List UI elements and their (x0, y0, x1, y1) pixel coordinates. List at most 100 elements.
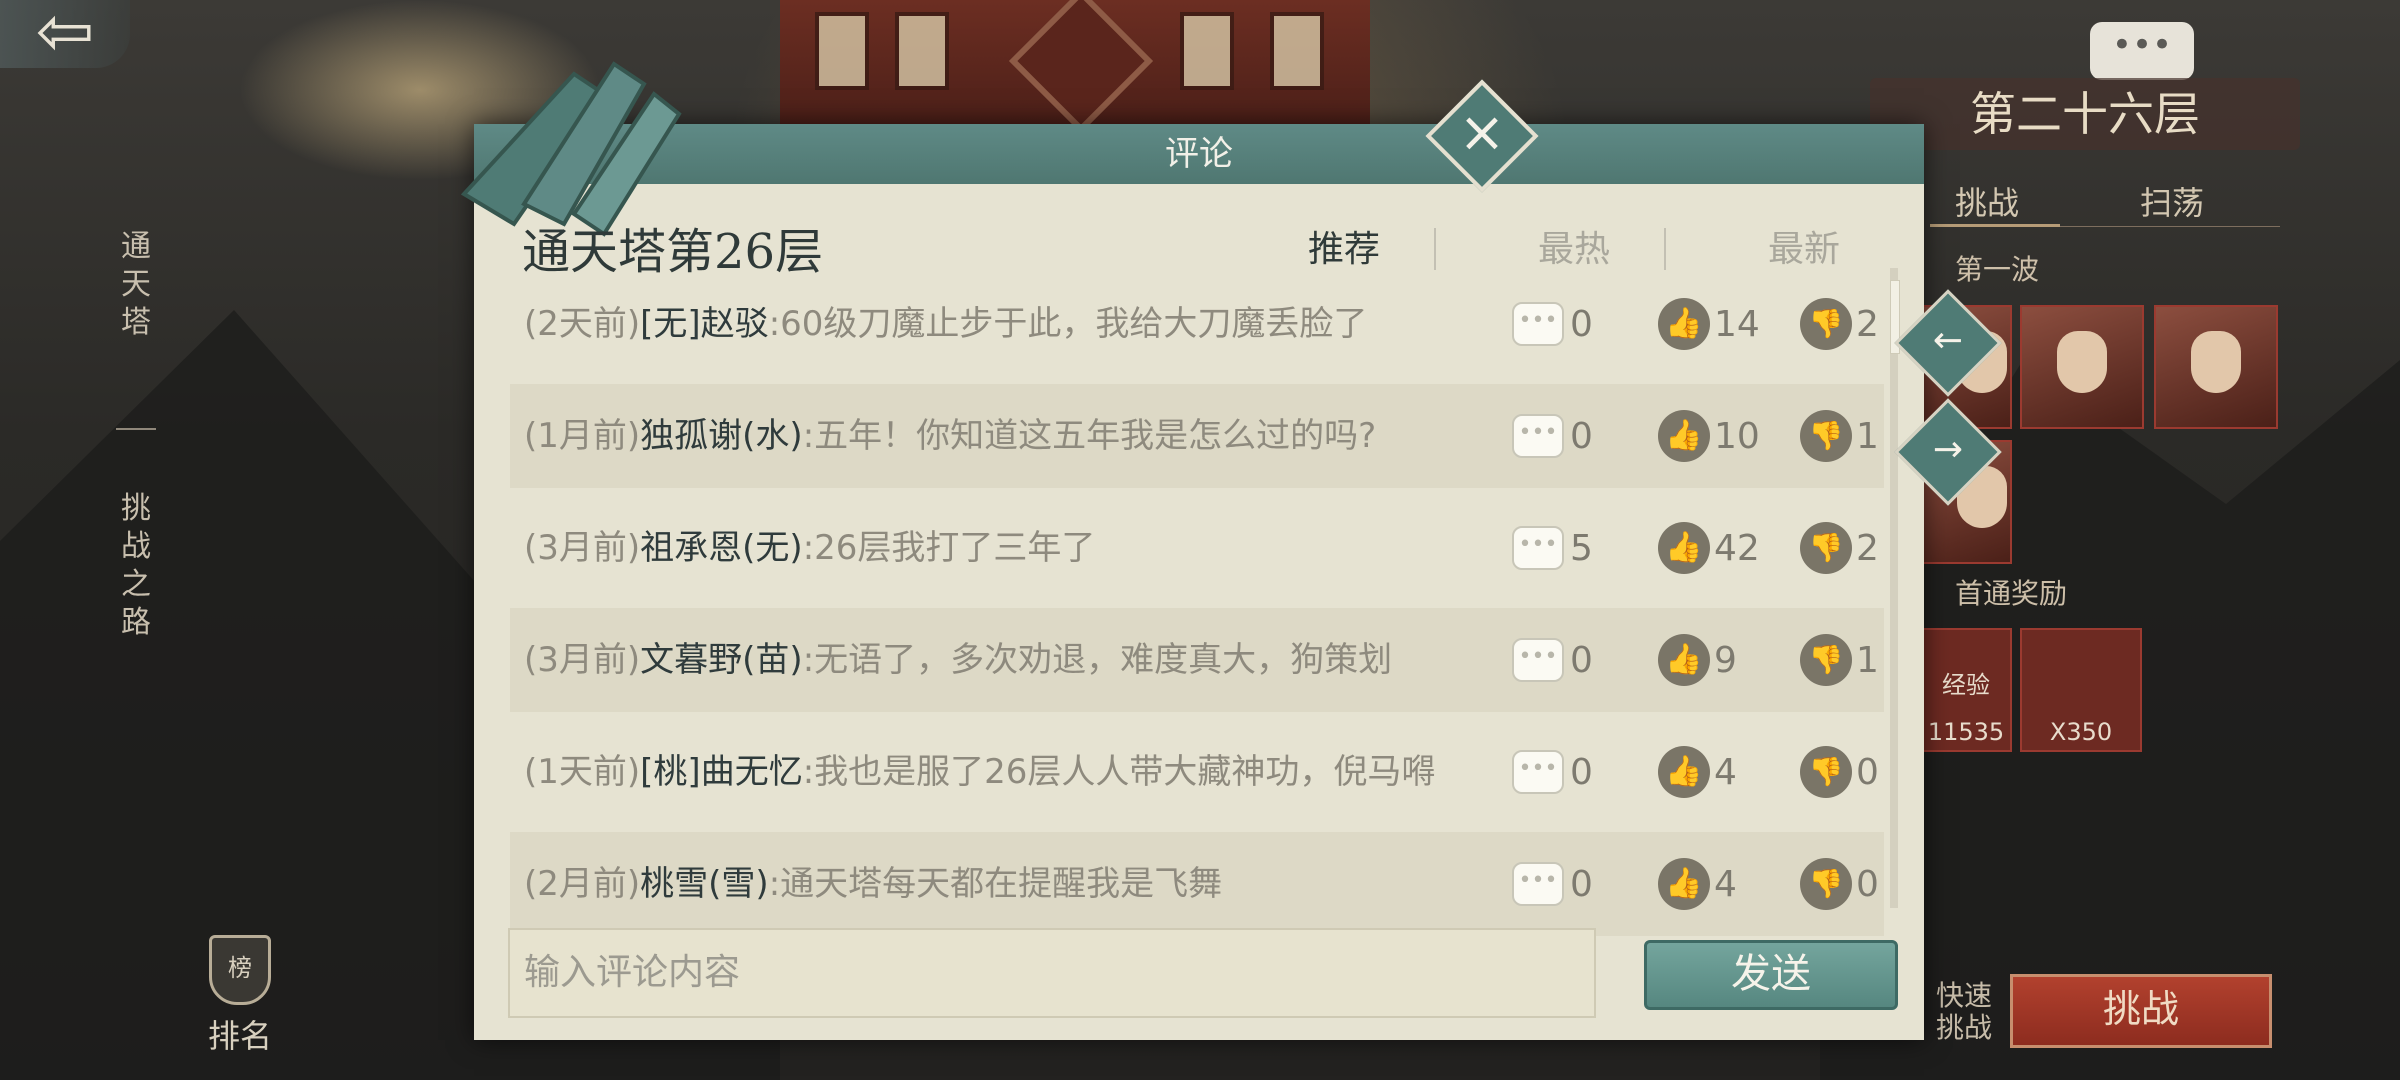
thumbs-down-icon: 👎 (1800, 522, 1852, 574)
comment-time: (3月前) (524, 640, 641, 680)
comment-reply[interactable]: ••• 0 (1512, 608, 1593, 712)
reply-count: 0 (1570, 303, 1593, 345)
tab-newest[interactable]: 最新 (1734, 220, 1874, 272)
comment-reply[interactable]: ••• 5 (1512, 496, 1593, 600)
comment-user[interactable]: 文暮野(苗) (640, 640, 803, 680)
comment-text: (3月前)文暮野(苗):无语了，多次劝退，难度真大，狗策划 (524, 608, 1474, 712)
comment-bubble-icon: ••• (1512, 750, 1564, 794)
comment-like[interactable]: 👍 9 (1658, 608, 1737, 712)
comment-like[interactable]: 👍 10 (1658, 384, 1760, 488)
comment-row: (2天前)[无]赵驳:60级刀魔止步于此，我给大刀魔丢脸了 ••• 0 👍 14 👎… (510, 272, 1884, 376)
comment-reply[interactable]: ••• 0 (1512, 720, 1593, 824)
comment-reply[interactable]: ••• 0 (1512, 832, 1593, 936)
active-tab-underline (1930, 224, 2060, 227)
reply-count: 0 (1570, 751, 1593, 793)
comment-reply[interactable]: ••• 0 (1512, 272, 1593, 376)
comment-text: (2天前)[无]赵驳:60级刀魔止步于此，我给大刀魔丢脸了 (524, 272, 1474, 376)
reply-count: 0 (1570, 639, 1593, 681)
back-button[interactable]: ⇦ (0, 0, 130, 68)
rank-label: 排名 (207, 1017, 272, 1055)
like-count: 4 (1714, 863, 1737, 905)
comment-like[interactable]: 👍 4 (1658, 720, 1737, 824)
comment-text: (1月前)独孤谢(水):五年！你知道这五年我是怎么过的吗? (524, 384, 1474, 488)
arrow-left-icon: ← (1932, 320, 1964, 361)
thumbs-down-icon: 👎 (1800, 634, 1852, 686)
enemy-portrait[interactable] (2020, 305, 2144, 429)
comment-dislike[interactable]: 👎 2 (1800, 272, 1879, 376)
send-button[interactable]: 发送 (1644, 940, 1898, 1010)
comment-input[interactable]: 输入评论内容 (508, 928, 1596, 1018)
quick-challenge-label[interactable]: 快速挑战 (1936, 980, 2002, 1044)
comment-row: (3月前)祖承恩(无):26层我打了三年了 ••• 5 👍 42 👎 2 (510, 496, 1884, 600)
comment-user[interactable]: 祖承恩(无) (640, 528, 803, 568)
comment-time: (3月前) (524, 528, 641, 568)
first-wave-label: 第一波 (1955, 253, 2040, 286)
comment-time: (1天前) (524, 752, 641, 792)
comment-like[interactable]: 👍 14 (1658, 272, 1760, 376)
reward-item-count: X350 (2049, 718, 2113, 746)
rank-button[interactable]: 榜 排名 (205, 935, 275, 1057)
comment-bubble-icon: ••• (1512, 414, 1564, 458)
arrow-right-icon: → (1932, 429, 1964, 470)
comment-bubble-icon: ••• (1512, 302, 1564, 346)
tab-separator (1434, 228, 1436, 270)
like-count: 4 (1714, 751, 1737, 793)
comment-row: (1天前)[桃]曲无忆:我也是服了26层人人带大藏神功，倪马嘚 ••• 0 👍 4 … (510, 720, 1884, 824)
comment-body: :60级刀魔止步于此，我给大刀魔丢脸了 (768, 304, 1368, 344)
like-count: 14 (1714, 303, 1760, 345)
close-icon: × (1458, 100, 1506, 165)
comment-user[interactable]: [无]赵驳 (640, 304, 769, 344)
like-count: 42 (1714, 527, 1760, 569)
comment-dislike[interactable]: 👎 0 (1800, 720, 1879, 824)
comment-dislike[interactable]: 👎 1 (1800, 384, 1879, 488)
thumbs-down-icon: 👎 (1800, 298, 1852, 350)
chat-bubble-icon[interactable]: ••• (2090, 22, 2194, 80)
comment-user[interactable]: 桃雪(雪) (640, 864, 769, 904)
challenge-button[interactable]: 挑战 (2010, 974, 2272, 1048)
tab-recommended[interactable]: 推荐 (1274, 220, 1414, 272)
comment-text: (3月前)祖承恩(无):26层我打了三年了 (524, 496, 1474, 600)
comment-dislike[interactable]: 👎 2 (1800, 496, 1879, 600)
comment-text: (1天前)[桃]曲无忆:我也是服了26层人人带大藏神功，倪马嘚 (524, 720, 1474, 824)
comment-user[interactable]: 独孤谢(水) (640, 416, 803, 456)
comment-dislike[interactable]: 👎 0 (1800, 832, 1879, 936)
floor-title: 第二十六层 (1870, 78, 2300, 150)
thumbs-up-icon: 👍 (1658, 298, 1710, 350)
sort-tabs: 推荐 最热 最新 (1274, 220, 1874, 280)
dislike-count: 1 (1856, 415, 1879, 457)
comment-user[interactable]: [桃]曲无忆 (640, 752, 803, 792)
reply-count: 5 (1570, 527, 1593, 569)
comment-body: :无语了，多次劝退，难度真大，狗策划 (802, 640, 1393, 680)
enemy-portrait[interactable] (2154, 305, 2278, 429)
left-nav-tongtianta[interactable]: 通天塔 (118, 228, 154, 342)
thumbs-down-icon: 👎 (1800, 746, 1852, 798)
comment-like[interactable]: 👍 4 (1658, 832, 1737, 936)
thumbs-down-icon: 👎 (1800, 858, 1852, 910)
comment-dislike[interactable]: 👎 1 (1800, 608, 1879, 712)
comment-bubble-icon: ••• (1512, 862, 1564, 906)
comment-reply[interactable]: ••• 0 (1512, 384, 1593, 488)
tab-challenge[interactable]: 挑战 (1955, 178, 2019, 224)
comment-scrollbar[interactable] (1890, 268, 1900, 908)
tab-sweep[interactable]: 扫荡 (2140, 178, 2204, 224)
comment-text: (2月前)桃雪(雪):通天塔每天都在提醒我是飞舞 (524, 832, 1474, 936)
reward-exp[interactable]: 经验 11535 (1920, 628, 2012, 752)
thumbs-up-icon: 👍 (1658, 858, 1710, 910)
reply-count: 0 (1570, 863, 1593, 905)
rank-shield-icon: 榜 (209, 935, 271, 1005)
comment-like[interactable]: 👍 42 (1658, 496, 1760, 600)
comment-row: (3月前)文暮野(苗):无语了，多次劝退，难度真大，狗策划 ••• 0 👍 9 👎 1 (510, 608, 1884, 712)
comment-time: (2天前) (524, 304, 641, 344)
comment-modal: 评论 通天塔第26层 推荐 最热 最新 (2天前)[无]赵驳:60级刀魔止步于此… (460, 61, 1924, 1042)
comment-bubble-icon: ••• (1512, 526, 1564, 570)
reward-item[interactable]: X350 (2020, 628, 2142, 752)
comment-row: (2月前)桃雪(雪):通天塔每天都在提醒我是飞舞 ••• 0 👍 4 👎 0 (510, 832, 1884, 936)
reply-count: 0 (1570, 415, 1593, 457)
first-clear-reward-label: 首通奖励 (1955, 577, 2068, 610)
thumbs-up-icon: 👍 (1658, 410, 1710, 462)
comment-time: (1月前) (524, 416, 641, 456)
left-nav-challenge-road[interactable]: 挑战之路 (118, 490, 154, 642)
tab-hottest[interactable]: 最热 (1504, 220, 1644, 272)
comment-list[interactable]: (2天前)[无]赵驳:60级刀魔止步于此，我给大刀魔丢脸了 ••• 0 👍 14 👎… (510, 272, 1884, 1042)
comment-bubble-icon: ••• (1512, 638, 1564, 682)
